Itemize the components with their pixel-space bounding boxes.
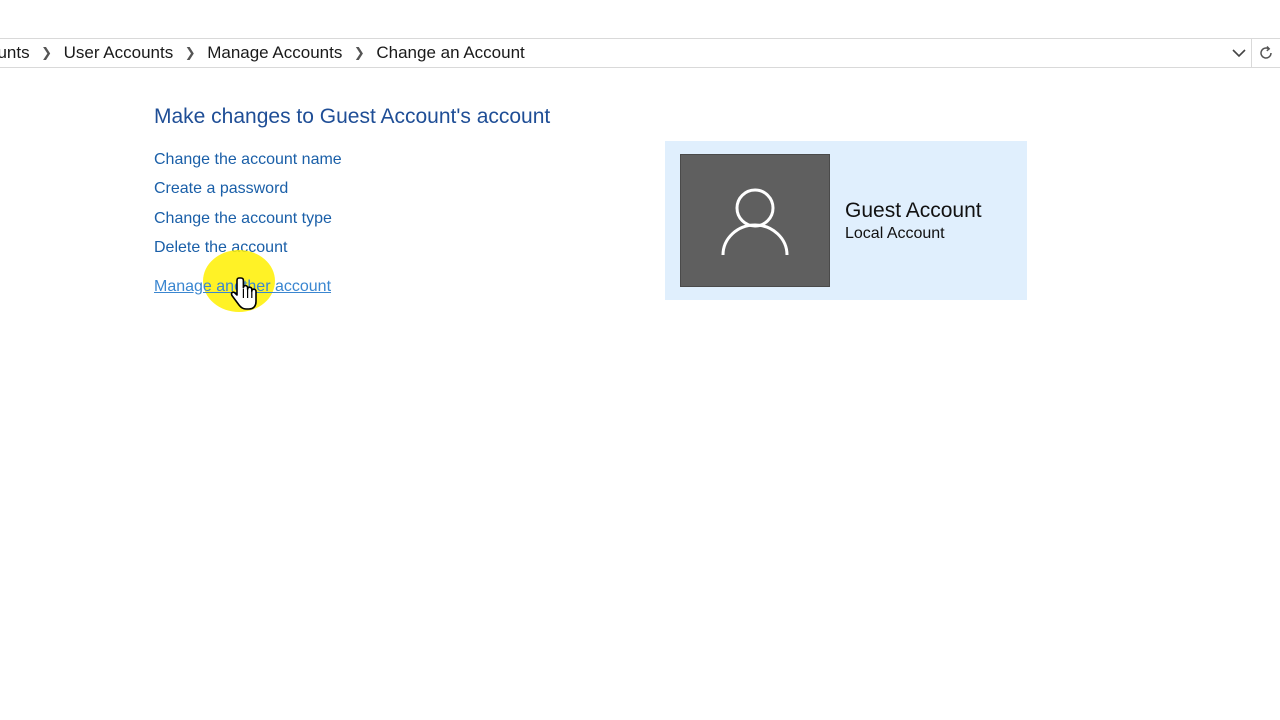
change-account-type-link[interactable]: Change the account type — [154, 210, 332, 228]
breadcrumb-item-user-accounts[interactable]: User Accounts — [64, 43, 174, 63]
address-dropdown-button[interactable] — [1228, 41, 1250, 65]
breadcrumb-item-manage-accounts[interactable]: Manage Accounts — [207, 43, 342, 63]
delete-account-link[interactable]: Delete the account — [154, 239, 287, 257]
account-name: Guest Account — [845, 199, 982, 222]
change-account-name-link[interactable]: Change the account name — [154, 151, 342, 169]
manage-another-account-link[interactable]: Manage another account — [154, 278, 331, 296]
chevron-down-icon — [1232, 49, 1246, 58]
breadcrumb-item-user-accounts-parent[interactable]: ounts — [0, 43, 30, 63]
refresh-icon — [1260, 45, 1272, 59]
page-title: Make changes to Guest Account's account — [154, 105, 551, 128]
address-bar[interactable]: ounts ❯ User Accounts ❯ Manage Accounts … — [0, 38, 1280, 68]
avatar — [680, 154, 830, 287]
chevron-right-icon[interactable]: ❯ — [173, 45, 207, 61]
breadcrumb: ounts ❯ User Accounts ❯ Manage Accounts … — [0, 39, 525, 67]
user-icon — [721, 188, 789, 255]
chevron-right-icon[interactable]: ❯ — [342, 45, 376, 61]
refresh-button[interactable] — [1251, 39, 1280, 67]
account-type: Local Account — [845, 225, 945, 242]
chevron-right-icon[interactable]: ❯ — [30, 45, 64, 61]
breadcrumb-item-change-an-account[interactable]: Change an Account — [376, 43, 524, 63]
account-card: Guest Account Local Account — [665, 141, 1027, 300]
create-password-link[interactable]: Create a password — [154, 180, 288, 198]
